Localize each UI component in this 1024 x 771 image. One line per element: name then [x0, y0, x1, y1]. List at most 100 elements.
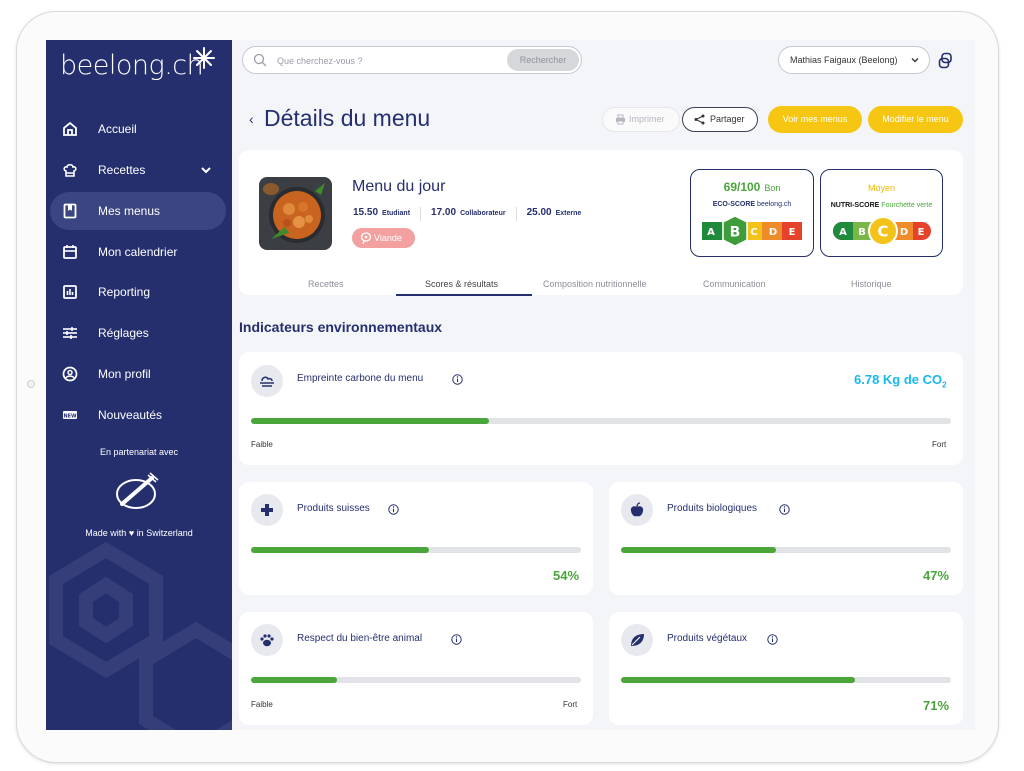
info-icon[interactable] [451, 634, 462, 645]
carbon-value-subscript: 2 [942, 380, 947, 390]
hexagon-pattern [49, 541, 232, 730]
sidebar-item-label: Mon profil [98, 367, 151, 381]
link-icon[interactable] [937, 52, 954, 69]
indicator-label: Empreinte carbone du menu [297, 373, 424, 384]
price-value: 25.00 [526, 207, 552, 218]
sidebar-item-label: Mes menus [98, 204, 161, 218]
swiss-percent: 54% [553, 568, 580, 583]
grade-a: A [707, 227, 715, 238]
search-button[interactable]: Rechercher [507, 49, 579, 71]
scale-low-label: Faible [251, 700, 273, 709]
scale-high-label: Fort [563, 700, 578, 709]
sidebar-item-accueil[interactable]: Accueil [50, 110, 226, 148]
user-dropdown[interactable]: Mathias Faigaux (Beelong) [778, 46, 930, 74]
section-title: Indicateurs environnementaux [239, 319, 443, 335]
vegetal-progress-bar [621, 677, 951, 683]
chef-hat-icon [63, 163, 77, 177]
apple-icon [630, 502, 644, 517]
home-icon [63, 121, 77, 136]
partner-text: En partenariat avec [99, 447, 179, 457]
view-menus-button[interactable]: Voir mes menus [768, 106, 862, 133]
sidebar-item-label: Reporting [98, 285, 151, 299]
price-divider [420, 207, 422, 221]
back-button[interactable]: ‹ [249, 111, 254, 127]
eco-score-value: 69/100 Bon [691, 180, 813, 194]
chevron-down-icon [911, 58, 919, 63]
made-with-suffix: in Switzerland [136, 528, 193, 538]
price-list: 15.50 Etudiant 17.00 Collaborateur 25.00… [353, 207, 581, 221]
nutri-score-title: NUTRI-SCORE [830, 202, 880, 209]
page-title: Détails du menu [264, 105, 431, 131]
swiss-progress-bar [251, 547, 581, 553]
nutri-score-badge[interactable]: Moyen NUTRI-SCORE Fourchette verte A B C… [820, 169, 943, 257]
info-icon[interactable] [767, 634, 778, 645]
tab-communication[interactable]: Communication [703, 279, 766, 289]
animal-icon-wrap [251, 624, 283, 656]
print-button[interactable]: Imprimer [602, 107, 680, 132]
swiss-products-card [239, 482, 593, 595]
sidebar-item-mon-profil[interactable]: Mon profil [50, 355, 226, 393]
tab-recettes[interactable]: Recettes [308, 279, 344, 289]
bio-percent: 47% [923, 568, 950, 583]
grade-d: D [900, 227, 908, 238]
sidebar-item-label: Accueil [98, 122, 137, 136]
sidebar-item-label: Recettes [98, 163, 146, 177]
search-input[interactable]: Que cherchez-vous ? [277, 56, 363, 66]
scale-low-label: Faible [251, 440, 273, 449]
heart-icon: ♥ [128, 528, 135, 538]
animal-progress-bar [251, 677, 581, 683]
info-icon[interactable] [388, 504, 399, 515]
nutri-score-qualifier: Moyen [867, 183, 895, 193]
sidebar-item-mes-menus[interactable]: Mes menus [50, 192, 226, 230]
sidebar-item-label: Mon calendrier [98, 245, 178, 259]
active-tab-indicator [396, 294, 532, 296]
vegetal-percent: 71% [923, 698, 950, 713]
tab-composition-nutritionnelle[interactable]: Composition nutritionnelle [543, 279, 647, 289]
eco-score-label: ECO-SCORE beelong.ch [691, 201, 813, 208]
made-in-switzerland: Made with ♥ in Switzerland [46, 528, 232, 538]
bio-progress-fill [621, 547, 777, 553]
svg-text:NEW: NEW [63, 413, 77, 419]
carbon-progress-bar [251, 418, 951, 424]
share-button[interactable]: Partager [682, 107, 758, 132]
indicator-label: Respect du bien-être animal [297, 633, 423, 644]
price-label: Externe [555, 210, 582, 217]
sidebar-item-label: Nouveautés [98, 408, 163, 422]
chevron-down-icon[interactable] [200, 164, 212, 176]
curry-dish-image [259, 177, 332, 250]
meat-icon [360, 232, 372, 244]
chart-icon [63, 285, 77, 299]
bookmark-icon [63, 203, 77, 219]
grade-c-selected: C [877, 223, 888, 241]
swiss-progress-fill [251, 547, 430, 553]
grade-e: E [918, 227, 925, 238]
sidebar-item-reporting[interactable]: Reporting [50, 273, 226, 311]
sidebar-item-reglages[interactable]: Réglages [50, 314, 226, 352]
scale-high-label: Fort [932, 440, 947, 449]
info-icon[interactable] [452, 374, 463, 385]
indicator-label: Produits suisses [297, 503, 370, 514]
sidebar-item-nouveautes[interactable]: NEW Nouveautés [50, 396, 226, 434]
sidebar-item-recettes[interactable]: Recettes [50, 151, 226, 189]
new-badge-icon: NEW [63, 411, 77, 419]
search-bar[interactable]: Que cherchez-vous ? Rechercher [242, 46, 582, 74]
sliders-icon [63, 327, 77, 339]
edit-menu-button[interactable]: Modifier le menu [868, 106, 963, 133]
carbon-footprint-card [239, 352, 963, 465]
tab-scores-resultats[interactable]: Scores & résultats [425, 279, 498, 289]
swiss-cross-icon [261, 504, 273, 516]
bio-progress-bar [621, 547, 951, 553]
tab-historique[interactable]: Historique [851, 279, 892, 289]
share-label: Partager [710, 114, 745, 124]
eco-score-title: ECO-SCORE [712, 201, 756, 208]
brand-logo[interactable]: beelong.ch [60, 50, 204, 81]
indicator-label: Produits végétaux [667, 633, 748, 644]
menu-name: Menu du jour [352, 178, 446, 195]
cloud-layers-icon [260, 376, 274, 387]
nutri-score-label: NUTRI-SCORE Fourchette verte [821, 202, 942, 209]
eco-score-badge[interactable]: 69/100 Bon ECO-SCORE beelong.ch A B C D E [690, 169, 814, 257]
made-with-prefix: Made with [85, 528, 127, 538]
sidebar-item-mon-calendrier[interactable]: Mon calendrier [50, 233, 226, 271]
info-icon[interactable] [779, 504, 790, 515]
price-label: Collaborateur [460, 210, 506, 217]
